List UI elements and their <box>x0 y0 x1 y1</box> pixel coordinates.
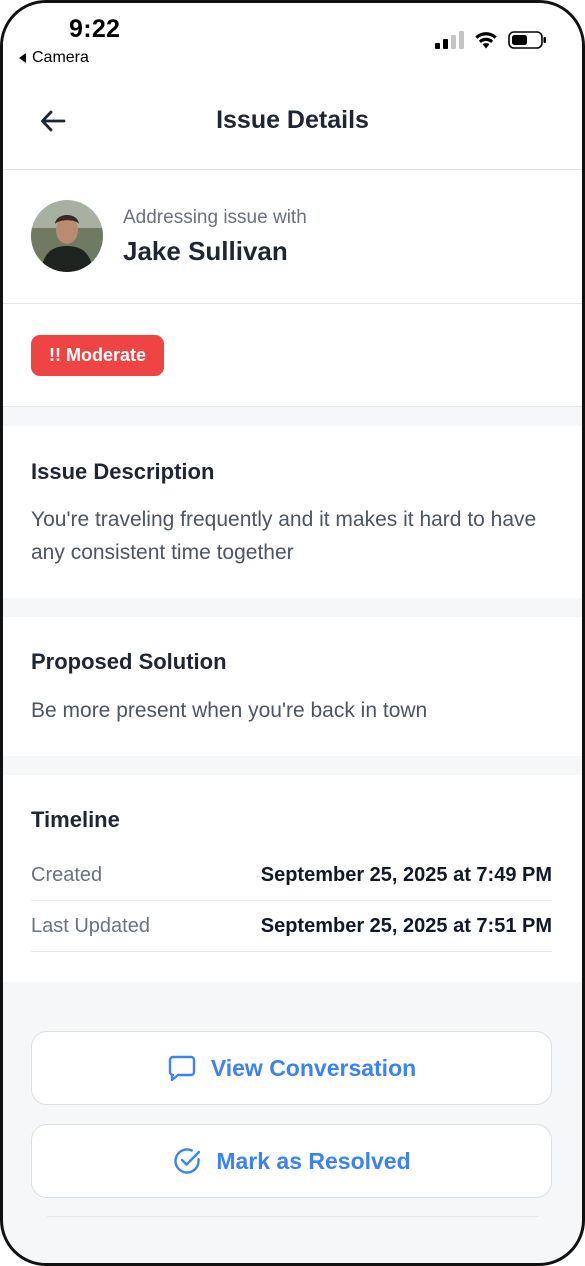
status-icons <box>435 30 548 50</box>
bottom-divider <box>47 1216 538 1217</box>
page-title: Issue Details <box>216 106 369 134</box>
timeline-heading: Timeline <box>31 807 120 832</box>
wifi-icon <box>475 32 497 49</box>
timeline-row-last-updated: Last Updated September 25, 2025 at 7:51 … <box>31 902 552 952</box>
timeline-card: Timeline Created September 25, 2025 at 7… <box>3 775 582 982</box>
partner-prefix: Addressing issue with <box>123 207 307 228</box>
timeline-label: Last Updated <box>31 915 150 937</box>
back-triangle-icon <box>19 53 26 63</box>
timeline-value: September 25, 2025 at 7:51 PM <box>260 915 552 937</box>
timeline-label: Created <box>31 864 103 886</box>
timeline-value: September 25, 2025 at 7:49 PM <box>260 864 552 886</box>
phone-frame: 9:22 Camera Issue Details Addressing iss… <box>0 0 585 1266</box>
issue-description-heading: Issue Description <box>31 459 215 484</box>
avatar <box>31 200 103 272</box>
proposed-solution-text: Be more present when you're back in town <box>31 699 428 722</box>
nav-header: Issue Details <box>3 73 582 170</box>
view-conversation-label: View Conversation <box>210 1054 417 1081</box>
view-conversation-button[interactable]: View Conversation <box>31 1031 552 1105</box>
back-to-app-link[interactable]: Camera <box>19 49 89 67</box>
partner-section: Addressing issue with Jake Sullivan <box>3 170 582 304</box>
issue-description-card: Issue Description You're traveling frequ… <box>3 426 582 598</box>
status-time: 9:22 <box>69 15 121 43</box>
back-app-label: Camera <box>32 49 89 66</box>
proposed-solution-card: Proposed Solution Be more present when y… <box>3 617 582 756</box>
severity-section: !! Moderate <box>3 304 582 407</box>
mark-resolved-label: Mark as Resolved <box>216 1147 411 1174</box>
issue-description-text: You're traveling frequently and it makes… <box>31 508 537 564</box>
check-circle-icon <box>174 1148 201 1174</box>
proposed-solution-heading: Proposed Solution <box>31 649 227 674</box>
battery-icon <box>508 31 546 49</box>
partner-name: Jake Sullivan <box>123 236 288 266</box>
mark-resolved-button[interactable]: Mark as Resolved <box>31 1124 552 1198</box>
timeline-row-created: Created September 25, 2025 at 7:49 PM <box>31 851 552 901</box>
status-bar: 9:22 Camera <box>3 3 582 73</box>
chat-bubble-icon <box>168 1055 196 1082</box>
cellular-signal-icon <box>435 31 464 49</box>
severity-badge: !! Moderate <box>31 335 165 376</box>
